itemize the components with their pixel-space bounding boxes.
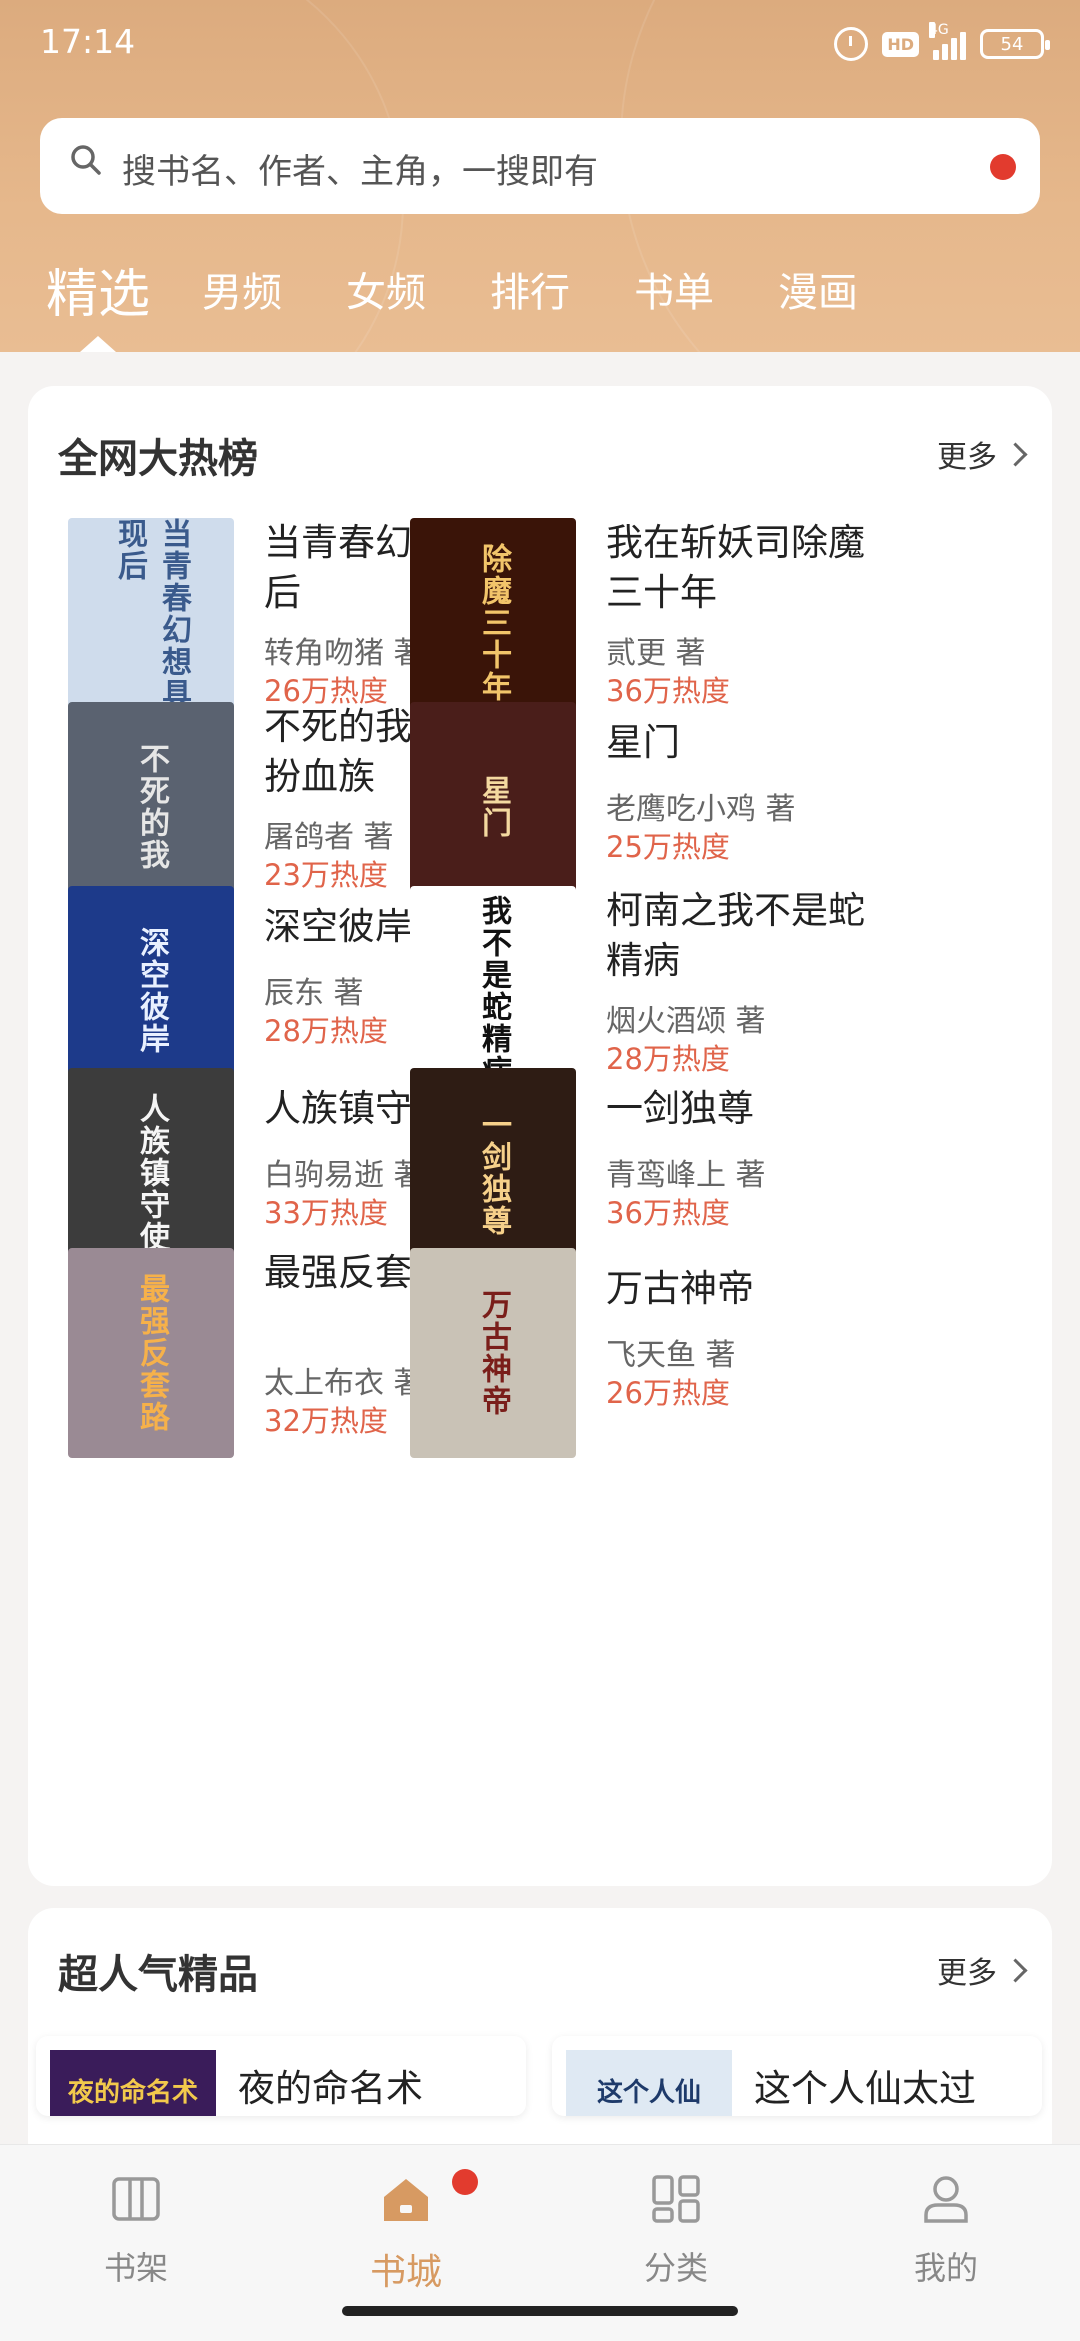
tab-nvpin[interactable]: 女频 [346,260,426,318]
cover-text: 除魔三十年 [476,543,511,703]
book-author: 白驹易逝 著 [264,1158,424,1193]
hd-icon: HD [882,31,919,57]
cover-text: 万古神帝 [476,1289,511,1417]
popular-book-item[interactable]: 夜的命名术 夜的命名术 [36,2036,526,2116]
search-placeholder[interactable]: 搜书名、作者、主角，一搜即有 [122,144,598,193]
chevron-right-icon [1003,1957,1028,1983]
more-label: 更多 [937,440,997,475]
book-author: 烟火酒颂 著 [606,1004,766,1039]
book-heat: 36万热度 [606,1196,730,1230]
book-heat: 33万热度 [264,1196,388,1230]
home-icon [384,2179,428,2221]
book-cover[interactable]: 人族镇守使 [68,1068,234,1278]
tab-jingxuan[interactable]: 精选 [46,252,150,327]
book-heat: 28万热度 [264,1014,388,1048]
cover-text: 不死的我 [134,743,169,871]
book-author: 辰东 著 [264,976,364,1011]
tab-shudan[interactable]: 书单 [634,260,714,318]
book-cover[interactable]: 不死的我 [68,702,234,912]
book-cover[interactable]: 万古神帝 [410,1248,576,1458]
book-title: 这个人仙太过 [754,2067,976,2110]
home-indicator [342,2306,738,2316]
battery-icon: 54 [980,29,1050,59]
book-cover[interactable]: 星门 [410,702,576,912]
bookshelf-icon [112,2177,160,2221]
book-title[interactable]: 万古神帝 [606,1264,876,1314]
book-cover[interactable]: 我不是蛇精病 [410,886,576,1096]
cover-text: 星门 [476,775,511,839]
book-author: 老鹰吃小鸡 著 [606,792,796,827]
book-heat: 32万热度 [264,1404,388,1438]
book-author: 屠鸽者 著 [264,820,394,855]
nav-bookshelf[interactable]: 书架 [56,2169,216,2289]
status-icons: HD 4G 54 [834,22,1050,66]
nav-profile[interactable]: 我的 [866,2169,1026,2289]
search-icon [71,145,101,175]
book-author: 贰更 著 [606,636,706,671]
signal-icon: 4G [929,22,966,60]
cover-text: 一剑独尊 [476,1109,511,1237]
popular-book-item[interactable]: 这个人仙 这个人仙太过 [552,2036,1042,2116]
header: 17:14 HD 4G 54 搜书名、作者、主角，一搜即有 精选 男频 女频 排… [0,0,1080,352]
book-cover[interactable]: 这个人仙 [566,2050,732,2116]
book-cover[interactable]: 最强反套路 [68,1248,234,1458]
cover-text: 夜的命名术 [67,2077,198,2108]
cover-text: 当青春幻想具现后 [112,518,191,710]
book-title[interactable]: 一剑独尊 [606,1084,876,1134]
tab-manhua[interactable]: 漫画 [778,260,858,318]
book-title[interactable]: 我在斩妖司除魔三十年 [606,518,876,618]
hot-list-card: 全网大热榜 更多 当青春幻想具现后 当青春幻想具现后 转角吻猪 著 26万热度 除魔三十… [28,386,1052,1886]
status-bar: 17:14 HD 4G 54 [0,0,1080,90]
book-title[interactable]: 柯南之我不是蛇精病 [606,886,876,986]
book-author: 转角吻猪 著 [264,636,424,671]
more-button[interactable]: 更多 [937,432,1028,476]
book-author: 飞天鱼 著 [606,1338,736,1373]
search-badge-dot [990,154,1016,180]
book-title: 夜的命名术 [238,2067,423,2110]
category-icon [652,2175,700,2223]
nav-label: 书城 [369,2252,442,2293]
profile-icon [924,2176,968,2223]
search-bar[interactable]: 搜书名、作者、主角，一搜即有 [40,118,1040,214]
cover-text: 这个人仙 [596,2077,701,2108]
tab-nanpin[interactable]: 男频 [202,260,282,318]
cover-text: 深空彼岸 [134,927,169,1055]
tab-paihang[interactable]: 排行 [490,260,570,318]
cover-text: 最强反套路 [134,1273,169,1433]
book-author: 太上布衣 著 [264,1366,424,1401]
nav-label: 分类 [643,2249,708,2287]
more-label: 更多 [937,1956,997,1991]
battery-level: 54 [1000,33,1024,55]
alarm-icon [834,27,869,61]
nav-badge-dot [452,2169,478,2195]
cover-text: 我不是蛇精病 [476,895,511,1087]
book-title[interactable]: 星门 [606,718,876,768]
nav-label: 我的 [913,2249,978,2287]
book-cover[interactable]: 夜的命名术 [50,2050,216,2116]
cover-text: 人族镇守使 [134,1093,169,1253]
nav-label: 书架 [103,2249,168,2287]
book-heat: 25万热度 [606,830,730,864]
section-title: 全网大热榜 [58,436,258,482]
nav-category[interactable]: 分类 [596,2169,756,2289]
popular-card: 超人气精品 更多 夜的命名术 夜的命名术 这个人仙 这个人仙太过 [28,1908,1052,2168]
book-item[interactable]: 万古神帝 万古神帝 飞天鱼 著 26万热度 [410,1248,890,1468]
book-cover[interactable]: 深空彼岸 [68,886,234,1096]
network-label: 4G [929,22,949,38]
book-author: 青鸾峰上 著 [606,1158,766,1193]
book-cover[interactable]: 除魔三十年 [410,518,576,728]
more-button[interactable]: 更多 [937,1948,1028,1992]
category-tabs: 精选 男频 女频 排行 书单 漫画 [0,250,1080,330]
tab-indicator [80,336,116,352]
chevron-right-icon [1003,441,1028,467]
book-cover[interactable]: 一剑独尊 [410,1068,576,1278]
book-heat: 26万热度 [606,1376,730,1410]
book-cover[interactable]: 当青春幻想具现后 [68,518,234,728]
status-time: 17:14 [40,22,136,61]
section-title: 超人气精品 [58,1952,258,1998]
